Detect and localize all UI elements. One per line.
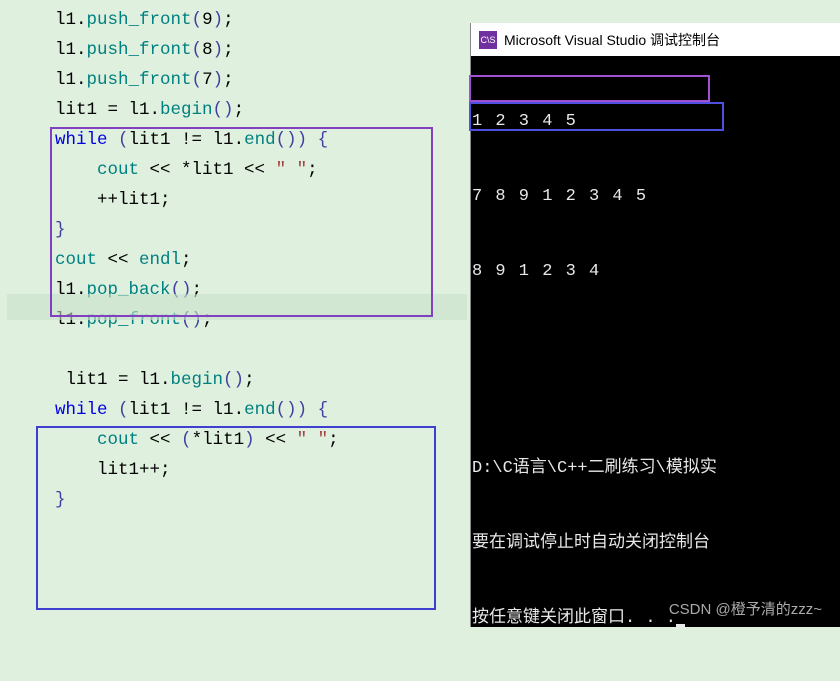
code-line[interactable]: cout << (*lit1) << " "; — [55, 425, 470, 455]
console-title: Microsoft Visual Studio 调试控制台 — [504, 30, 720, 50]
console-footer: D:\C语言\C++二刷练习\模拟实 要在调试停止时自动关闭控制台 按任意键关闭… — [472, 406, 717, 681]
code-line[interactable]: l1.push_front(9); — [55, 5, 470, 35]
code-line[interactable]: l1.pop_back(); — [55, 275, 470, 305]
code-line[interactable]: ++lit1; — [55, 185, 470, 215]
console-output-line: 7 8 9 1 2 3 4 5 — [472, 184, 840, 209]
console-window: C\S Microsoft Visual Studio 调试控制台 1 2 3 … — [470, 23, 840, 627]
code-line[interactable]: } — [55, 485, 470, 515]
code-line[interactable]: lit1++; — [55, 455, 470, 485]
vs-icon: C\S — [479, 31, 497, 49]
console-output-line: 8 9 1 2 3 4 — [472, 259, 840, 284]
code-line[interactable]: l1.push_front(7); — [55, 65, 470, 95]
code-line[interactable]: cout << *lit1 << " "; — [55, 155, 470, 185]
console-body[interactable]: 1 2 3 4 5 7 8 9 1 2 3 4 5 8 9 1 2 3 4 — [471, 56, 840, 334]
watermark: CSDN @橙予清的zzz~ — [669, 598, 822, 619]
console-msg: 要在调试停止时自动关闭控制台 — [472, 531, 717, 556]
code-line[interactable]: lit1 = l1.begin(); — [55, 365, 470, 395]
cursor-icon — [676, 624, 685, 628]
code-editor-pane[interactable]: l1.push_front(9); l1.push_front(8); l1.p… — [0, 0, 470, 627]
code-line[interactable]: lit1 = l1.begin(); — [55, 95, 470, 125]
console-output-line: 1 2 3 4 5 — [472, 109, 840, 134]
console-path: D:\C语言\C++二刷练习\模拟实 — [472, 456, 717, 481]
code-line[interactable]: while (lit1 != l1.end()) { — [55, 125, 470, 155]
code-line[interactable] — [55, 335, 470, 365]
console-titlebar[interactable]: C\S Microsoft Visual Studio 调试控制台 — [471, 23, 840, 56]
code-line[interactable]: l1.push_front(8); — [55, 35, 470, 65]
code-line[interactable]: cout << endl; — [55, 245, 470, 275]
code-line[interactable]: l1.pop_front(); — [55, 305, 470, 335]
code-line[interactable]: while (lit1 != l1.end()) { — [55, 395, 470, 425]
code-line[interactable]: } — [55, 215, 470, 245]
